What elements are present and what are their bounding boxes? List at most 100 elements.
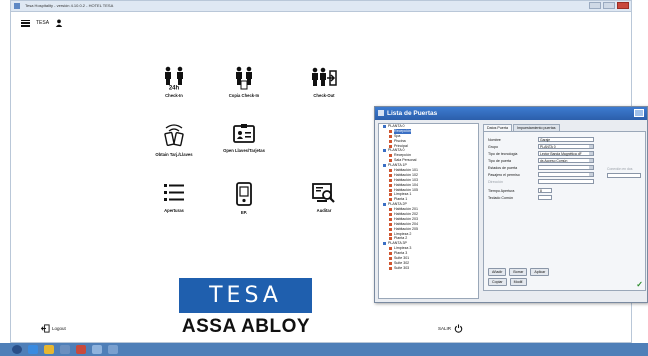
door-icon [389, 261, 392, 265]
menu-icon[interactable] [21, 19, 30, 27]
door-type-select[interactable]: ds Acceso Común [538, 158, 594, 163]
user-icon[interactable] [55, 19, 63, 27]
tile-label: Aperturas [164, 208, 184, 213]
folder-icon [383, 124, 386, 128]
field-door-type: Tipo de puerta ds Acceso Común [488, 158, 594, 163]
taskbar-app[interactable] [108, 345, 118, 354]
keypad-input[interactable] [538, 195, 552, 200]
door-icon [389, 212, 392, 216]
door-icon [389, 266, 392, 270]
dialog-tabs: Datos Puerta Impuestamiento puertas [483, 124, 646, 131]
door-state-select[interactable] [538, 165, 594, 170]
tab-door-data[interactable]: Datos Puerta [483, 124, 512, 131]
door-details-panel: Datos Puerta Impuestamiento puertas Nomb… [483, 124, 646, 299]
door-icon [389, 237, 392, 241]
side-label: Conexión en dos [607, 167, 633, 171]
door-icon [389, 183, 392, 187]
tile-label: Check-In [165, 93, 183, 98]
taskbar-app[interactable] [92, 345, 102, 354]
group-select[interactable]: PLANTA 0 [538, 144, 594, 149]
tile-apertures[interactable]: Aperturas [144, 181, 204, 213]
side-input[interactable] [607, 173, 641, 178]
door-list-dialog: Lista de Puertas PLANTA 0 Recepción Spa Pis… [374, 106, 648, 303]
confirm-check-icon[interactable]: ✓ [636, 280, 643, 289]
address-input[interactable] [538, 179, 594, 184]
apply-button[interactable]: Aplicar [530, 268, 550, 276]
start-button[interactable] [12, 345, 22, 354]
tile-label: Open Llaves/Tarjetas [223, 148, 265, 153]
assa-abloy-logo: ASSA ABLOY [181, 316, 311, 337]
tile-label: Check-Out [313, 93, 335, 98]
dialog-title: Lista de Puertas [387, 110, 438, 117]
copy-button[interactable]: Copiar [488, 278, 507, 286]
door-icon [389, 154, 392, 158]
door-icon [389, 252, 392, 256]
tile-checkout[interactable]: Check-Out [294, 66, 354, 98]
tile-checkin[interactable]: 24h Check-In [144, 66, 204, 98]
close-button[interactable] [617, 2, 629, 9]
modify-button[interactable]: Modif. [509, 278, 528, 286]
button-row-2: Copiar Modif. [488, 278, 528, 286]
taskbar-app[interactable] [76, 345, 86, 354]
field-technology: Tipo de tecnología Lector Banda Magnética… [488, 151, 594, 156]
passage-select[interactable] [538, 172, 594, 177]
door-icon [389, 159, 392, 163]
field-door-state: Estados de puerta [488, 165, 594, 170]
door-icon [389, 227, 392, 231]
door-icon [389, 134, 392, 138]
tab-door-settings[interactable]: Impuestamiento puertas [512, 124, 560, 131]
copy-checkin-icon [236, 66, 252, 90]
field-address: Dirección [488, 179, 594, 184]
door-icon [389, 144, 392, 148]
tile-ep[interactable]: EP. [214, 181, 274, 215]
tile-copy-checkin[interactable]: Copia Check-In [214, 66, 274, 98]
door-icon [389, 173, 392, 177]
door-tree[interactable]: PLANTA 0 Recepción Spa Piscina Principal PLAN… [378, 123, 479, 299]
power-icon [454, 324, 463, 333]
add-button[interactable]: Añadir [488, 268, 507, 276]
app-icon [14, 3, 20, 9]
tile-auditor[interactable]: Auditar [294, 181, 354, 213]
logout-icon [41, 324, 50, 333]
door-icon [389, 198, 392, 202]
dialog-titlebar: Lista de Puertas [375, 107, 647, 120]
encoder-icon [236, 182, 252, 206]
door-icon [389, 256, 392, 260]
button-row-1: Añadir Borrar Aplicar [488, 268, 550, 276]
checkin-icon: 24h [165, 66, 183, 91]
name-input[interactable]: Garaje [538, 137, 594, 142]
taskbar-app[interactable] [60, 345, 70, 354]
tesa-logo: TESA [179, 278, 312, 313]
dialog-close-button[interactable] [634, 109, 644, 117]
door-icon [389, 188, 392, 192]
taskbar-app-ie[interactable] [28, 345, 38, 354]
door-icon [389, 178, 392, 182]
tile-open-keys[interactable]: Open Llaves/Tarjetas [214, 123, 274, 153]
audit-icon [312, 183, 335, 203]
exit-button[interactable]: SALIR [438, 324, 463, 333]
door-form: Nombre Garaje Grupo PLANTA 0 Tipo de tecno… [483, 131, 646, 291]
open-time-input[interactable]: 8 [538, 188, 552, 193]
field-name: Nombre Garaje [488, 137, 594, 142]
folder-icon [383, 164, 386, 168]
delete-button[interactable]: Borrar [509, 268, 528, 276]
folder-icon [383, 149, 386, 153]
tile-read-cards[interactable]: Obtain Tarj./Llaves [144, 123, 204, 157]
maximize-button[interactable] [603, 2, 615, 9]
taskbar-app-explorer[interactable] [44, 345, 54, 354]
door-icon [389, 247, 392, 251]
card-reader-icon [164, 124, 184, 147]
technology-select[interactable]: Lector Banda Magnética dF [538, 151, 594, 156]
window-title: Tesa Hospitality - versión 4.10.0.2 - HO… [25, 3, 114, 8]
checkout-icon [312, 67, 337, 86]
field-keypad: Teclado Común [488, 195, 552, 200]
tree-item[interactable]: Suite 303 [379, 266, 478, 271]
minimize-button[interactable] [589, 2, 601, 9]
logout-button[interactable]: Logout [41, 324, 66, 333]
door-icon [389, 222, 392, 226]
folder-icon [383, 203, 386, 207]
door-icon [389, 208, 392, 212]
tile-label: EP. [240, 210, 248, 215]
svg-text:24h: 24h [169, 86, 180, 91]
door-icon [389, 139, 392, 143]
